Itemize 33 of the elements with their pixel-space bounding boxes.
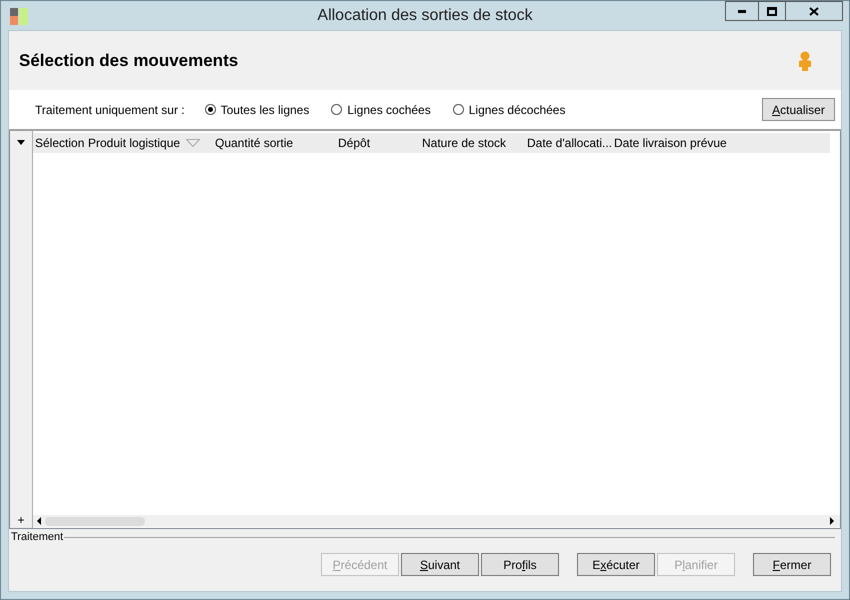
column-header[interactable]: Sélection bbox=[35, 134, 84, 152]
radio-button[interactable] bbox=[204, 104, 216, 115]
close-icon bbox=[809, 6, 819, 16]
app-icon bbox=[10, 8, 28, 25]
maximize-button[interactable] bbox=[759, 1, 785, 21]
column-header[interactable]: Date livraison prévue bbox=[614, 134, 727, 152]
action-button[interactable]: Fermer bbox=[753, 553, 831, 576]
scroll-right-icon[interactable] bbox=[828, 517, 836, 525]
person-icon bbox=[797, 50, 813, 70]
column-header[interactable]: Quantité sortie bbox=[215, 134, 294, 152]
scroll-left-icon[interactable] bbox=[35, 517, 43, 525]
group-label: Traitement bbox=[11, 530, 64, 545]
filter-label: Traitement uniquement sur : bbox=[35, 102, 185, 118]
action-button[interactable]: Exécuter bbox=[577, 553, 655, 576]
dropdown-caret-icon[interactable] bbox=[17, 140, 25, 145]
column-header[interactable]: Produit logistique bbox=[88, 134, 180, 152]
radio-button[interactable] bbox=[452, 104, 464, 115]
action-button[interactable]: Suivant bbox=[401, 553, 479, 576]
horizontal-scrollbar[interactable] bbox=[33, 515, 840, 527]
add-row-button[interactable]: + bbox=[17, 514, 24, 526]
radio-label[interactable]: Lignes décochées bbox=[468, 100, 566, 118]
action-button[interactable]: Profils bbox=[481, 553, 559, 576]
window-title: Allocation des sorties de stock bbox=[317, 6, 533, 24]
radio-button[interactable] bbox=[331, 104, 342, 115]
minimize-button[interactable] bbox=[725, 1, 759, 21]
column-header[interactable]: Date d'allocati... bbox=[527, 134, 612, 152]
column-header[interactable]: Nature de stock bbox=[422, 134, 506, 152]
column-header[interactable]: Dépôt bbox=[338, 134, 370, 152]
refresh-button[interactable]: Actualiser bbox=[762, 98, 835, 121]
radio-label[interactable]: Toutes les lignes bbox=[220, 100, 310, 118]
section-title: Sélection des mouvements bbox=[19, 50, 238, 72]
close-button[interactable] bbox=[785, 1, 843, 21]
radio-label[interactable]: Lignes cochées bbox=[347, 100, 431, 118]
